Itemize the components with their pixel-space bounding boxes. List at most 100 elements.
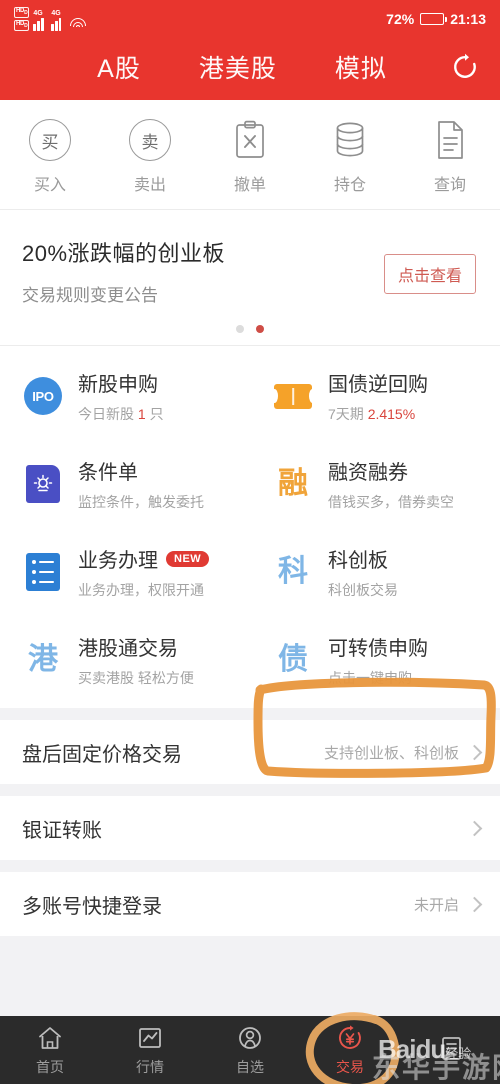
banner-dot-1[interactable] bbox=[236, 325, 244, 333]
buy-circle-icon: 买 bbox=[28, 118, 72, 162]
quick-action-query-label: 查询 bbox=[433, 177, 466, 194]
service-title: 国债逆回购 bbox=[328, 374, 428, 396]
service-item-conditional-order[interactable]: 条件单 监控条件，触发委托 bbox=[0, 440, 250, 528]
service-item-hk-connect[interactable]: 港 港股通交易 买卖港股 轻松方便 bbox=[0, 616, 250, 704]
service-item-star-market[interactable]: 科 科创板 科创板交易 bbox=[250, 528, 500, 616]
tab-simulation[interactable]: 模拟 bbox=[335, 49, 387, 85]
home-icon bbox=[36, 1024, 64, 1052]
convertible-bond-icon: 债 bbox=[272, 639, 314, 681]
service-item-margin-trading[interactable]: 融 融资融券 借钱买多，借券卖空 bbox=[250, 440, 500, 528]
conditional-order-icon bbox=[22, 463, 64, 505]
list-item-multi-account-login[interactable]: 多账号快捷登录 未开启 bbox=[0, 872, 500, 936]
market-chart-icon bbox=[136, 1024, 164, 1052]
service-title: 条件单 bbox=[78, 462, 138, 484]
volte-icon-sim2: HDD bbox=[14, 20, 30, 32]
row-meta: 支持创业板、科创板 bbox=[323, 744, 459, 762]
service-title: 新股申购 bbox=[78, 374, 158, 396]
nav-item-trade-label: 交易 bbox=[336, 1058, 364, 1075]
quick-action-buy-label: 买入 bbox=[33, 177, 66, 194]
volte-icon-sim1: HDD bbox=[14, 6, 30, 18]
nav-item-home-label: 首页 bbox=[36, 1058, 64, 1075]
list-item-bank-transfer[interactable]: 银证转账 bbox=[0, 796, 500, 860]
business-list-icon bbox=[22, 551, 64, 593]
network-type-label-sim2: 4G bbox=[51, 10, 61, 18]
row-title: 银证转账 bbox=[22, 819, 102, 842]
row-title: 多账号快捷登录 bbox=[22, 895, 162, 918]
battery-percent-label: 72% bbox=[386, 11, 415, 27]
service-title: 融资融券 bbox=[328, 462, 408, 484]
ipo-circle-icon: IPO bbox=[22, 375, 64, 417]
quick-action-bar: 买 买入 卖 卖出 撤单 持仓 查询 bbox=[0, 100, 500, 210]
service-subtitle: 买卖港股 轻松方便 bbox=[78, 670, 194, 686]
nav-item-market-label: 行情 bbox=[136, 1058, 164, 1075]
convertible-bond-icon-label: 债 bbox=[278, 643, 308, 676]
signal-icon-sim1: 4G bbox=[33, 10, 47, 32]
quick-action-holdings[interactable]: 持仓 bbox=[300, 118, 400, 195]
tab-a-shares[interactable]: A股 bbox=[97, 49, 141, 85]
sell-circle-icon: 卖 bbox=[128, 118, 172, 162]
margin-icon-label: 融 bbox=[278, 467, 308, 500]
app-root: HDD HDD 4G 4G 72% 21:13 A股 港美股 模拟 买 买入 卖… bbox=[0, 0, 500, 1084]
quick-action-cancel-order-label: 撤单 bbox=[233, 177, 266, 194]
bottom-navigation-bar: 首页 行情 自选 交易 bbox=[0, 1016, 500, 1084]
row-meta: 未开启 bbox=[413, 896, 459, 914]
service-subtitle: 7天期 2.415% bbox=[328, 406, 416, 422]
refresh-button[interactable] bbox=[434, 52, 480, 82]
market-tabs: A股 港美股 模拟 bbox=[20, 49, 434, 85]
network-type-label-sim1: 4G bbox=[33, 10, 43, 18]
nav-item-more[interactable] bbox=[400, 1034, 500, 1067]
list-item-after-hours-fixed-price[interactable]: 盘后固定价格交易 支持创业板、科创板 bbox=[0, 720, 500, 784]
quick-action-sell[interactable]: 卖 卖出 bbox=[100, 118, 200, 195]
signal-icon-sim2: 4G bbox=[51, 10, 65, 32]
nav-item-trade[interactable]: 交易 bbox=[300, 1024, 400, 1077]
new-badge: NEW bbox=[166, 550, 210, 567]
service-item-business-handling[interactable]: 业务办理 NEW 业务办理，权限开通 bbox=[0, 528, 250, 616]
status-bar-left: HDD HDD 4G 4G bbox=[14, 6, 86, 32]
clock-label: 21:13 bbox=[450, 11, 486, 27]
wifi-icon bbox=[69, 18, 86, 31]
status-bar: HDD HDD 4G 4G 72% 21:13 bbox=[0, 0, 500, 38]
cancel-order-clipboard-icon bbox=[228, 118, 272, 162]
nav-item-home[interactable]: 首页 bbox=[0, 1024, 100, 1077]
service-item-new-share-subscription[interactable]: IPO 新股申购 今日新股 1 只 bbox=[0, 352, 250, 440]
quick-action-buy[interactable]: 买 买入 bbox=[0, 118, 100, 195]
service-grid-section: IPO 新股申购 今日新股 1 只 国债逆回购 7天期 2.415% 条件单 监… bbox=[0, 346, 500, 708]
service-item-treasury-reverse-repo[interactable]: 国债逆回购 7天期 2.415% bbox=[250, 352, 500, 440]
service-subtitle: 监控条件，触发委托 bbox=[78, 494, 204, 510]
refresh-icon bbox=[454, 53, 476, 78]
service-title: 可转债申购 bbox=[328, 638, 428, 660]
volte-indicators: HDD HDD bbox=[14, 6, 30, 32]
section-divider-2 bbox=[0, 784, 500, 796]
status-bar-right: 72% 21:13 bbox=[386, 11, 486, 27]
section-divider-3 bbox=[0, 860, 500, 872]
chevron-right-icon bbox=[466, 820, 483, 836]
query-document-icon bbox=[428, 118, 472, 162]
nav-item-watchlist[interactable]: 自选 bbox=[200, 1024, 300, 1077]
watchlist-person-icon bbox=[236, 1024, 264, 1052]
service-subtitle: 借钱买多，借券卖空 bbox=[328, 494, 454, 510]
treasury-ticket-icon bbox=[270, 375, 316, 417]
top-tab-bar: A股 港美股 模拟 bbox=[0, 38, 500, 100]
row-title: 盘后固定价格交易 bbox=[22, 743, 182, 766]
nav-item-watchlist-label: 自选 bbox=[236, 1058, 264, 1075]
tab-hk-us-stocks[interactable]: 港美股 bbox=[199, 49, 277, 85]
banner-dot-2[interactable] bbox=[256, 325, 264, 333]
promo-banner[interactable]: 20%涨跌幅的创业板 交易规则变更公告 点击查看 bbox=[0, 210, 500, 346]
service-subtitle: 点击一键申购 bbox=[328, 670, 412, 686]
star-market-icon-label: 科 bbox=[278, 555, 308, 588]
section-divider-1 bbox=[0, 708, 500, 720]
margin-trading-icon: 融 bbox=[272, 463, 314, 505]
quick-action-holdings-label: 持仓 bbox=[333, 177, 366, 194]
quick-action-sell-label: 卖出 bbox=[133, 177, 166, 194]
promo-banner-cta-button[interactable]: 点击查看 bbox=[383, 254, 476, 294]
quick-action-query[interactable]: 查询 bbox=[400, 118, 500, 195]
battery-icon bbox=[420, 13, 448, 25]
service-title: 港股通交易 bbox=[78, 638, 178, 660]
hk-connect-icon: 港 bbox=[22, 639, 64, 681]
hk-connect-icon-label: 港 bbox=[28, 643, 58, 676]
quick-action-cancel-order[interactable]: 撤单 bbox=[200, 118, 300, 195]
banner-pagination-dots bbox=[0, 325, 500, 333]
nav-item-market[interactable]: 行情 bbox=[100, 1024, 200, 1077]
service-grid: IPO 新股申购 今日新股 1 只 国债逆回购 7天期 2.415% 条件单 监… bbox=[0, 352, 500, 704]
service-item-convertible-bond-subscription[interactable]: 债 可转债申购 点击一键申购 bbox=[250, 616, 500, 704]
